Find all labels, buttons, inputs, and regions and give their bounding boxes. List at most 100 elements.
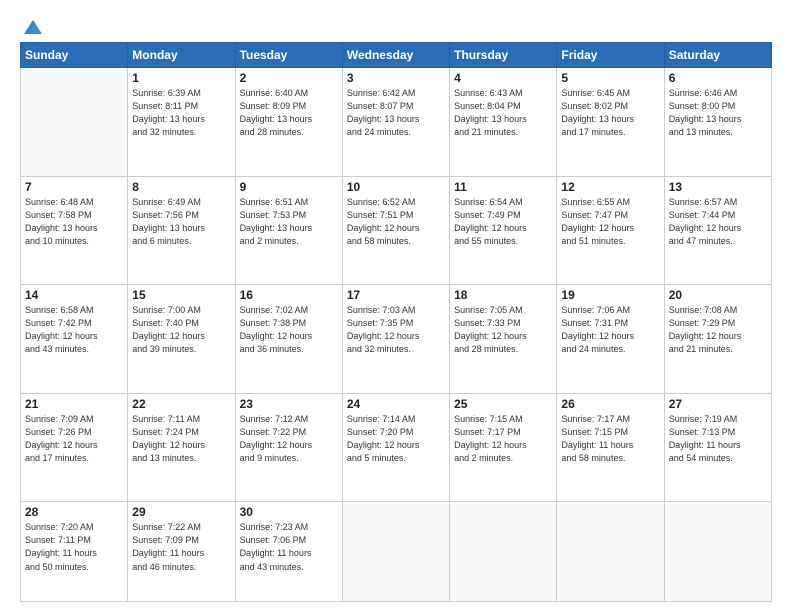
day-number: 12 — [561, 180, 659, 194]
table-cell — [21, 68, 128, 177]
day-number: 23 — [240, 397, 338, 411]
day-info: Sunrise: 6:54 AM Sunset: 7:49 PM Dayligh… — [454, 196, 552, 248]
day-number: 20 — [669, 288, 767, 302]
table-cell — [342, 502, 449, 602]
page: Sunday Monday Tuesday Wednesday Thursday… — [0, 0, 792, 612]
day-number: 15 — [132, 288, 230, 302]
table-cell — [450, 502, 557, 602]
day-info: Sunrise: 6:46 AM Sunset: 8:00 PM Dayligh… — [669, 87, 767, 139]
calendar-header-row: Sunday Monday Tuesday Wednesday Thursday… — [21, 43, 772, 68]
day-info: Sunrise: 6:40 AM Sunset: 8:09 PM Dayligh… — [240, 87, 338, 139]
table-cell: 12 Sunrise: 6:55 AM Sunset: 7:47 PM Dayli… — [557, 176, 664, 285]
day-number: 27 — [669, 397, 767, 411]
table-cell: 3Sunrise: 6:42 AM Sunset: 8:07 PM Daylig… — [342, 68, 449, 177]
col-saturday: Saturday — [664, 43, 771, 68]
day-number: 29 — [132, 505, 230, 519]
day-info: Sunrise: 7:23 AM Sunset: 7:06 PM Dayligh… — [240, 521, 338, 573]
day-number: 30 — [240, 505, 338, 519]
table-cell: 16 Sunrise: 7:02 AM Sunset: 7:38 PM Dayli… — [235, 285, 342, 394]
logo-icon — [22, 16, 44, 38]
day-info: Sunrise: 7:14 AM Sunset: 7:20 PM Dayligh… — [347, 413, 445, 465]
table-cell — [664, 502, 771, 602]
col-tuesday: Tuesday — [235, 43, 342, 68]
day-number: 17 — [347, 288, 445, 302]
day-number: 13 — [669, 180, 767, 194]
table-cell: 26 Sunrise: 7:17 AM Sunset: 7:15 PM Dayli… — [557, 393, 664, 502]
day-info: Sunrise: 7:03 AM Sunset: 7:35 PM Dayligh… — [347, 304, 445, 356]
table-cell: 4 Sunrise: 6:43 AM Sunset: 8:04 PM Daylig… — [450, 68, 557, 177]
day-info: Sunrise: 6:52 AM Sunset: 7:51 PM Dayligh… — [347, 196, 445, 248]
day-info: Sunrise: 7:17 AM Sunset: 7:15 PM Dayligh… — [561, 413, 659, 465]
header — [20, 18, 772, 34]
col-wednesday: Wednesday — [342, 43, 449, 68]
col-thursday: Thursday — [450, 43, 557, 68]
day-number: 14 — [25, 288, 123, 302]
day-info: Sunrise: 7:20 AM Sunset: 7:11 PM Dayligh… — [25, 521, 123, 573]
day-info: Sunrise: 6:45 AM Sunset: 8:02 PM Dayligh… — [561, 87, 659, 139]
day-number: 28 — [25, 505, 123, 519]
day-info: Sunrise: 7:08 AM Sunset: 7:29 PM Dayligh… — [669, 304, 767, 356]
table-cell: 10 Sunrise: 6:52 AM Sunset: 7:51 PM Dayli… — [342, 176, 449, 285]
table-cell: 9 Sunrise: 6:51 AM Sunset: 7:53 PM Daylig… — [235, 176, 342, 285]
day-info: Sunrise: 6:55 AM Sunset: 7:47 PM Dayligh… — [561, 196, 659, 248]
day-number: 10 — [347, 180, 445, 194]
table-cell: 28 Sunrise: 7:20 AM Sunset: 7:11 PM Dayli… — [21, 502, 128, 602]
day-info: Sunrise: 6:51 AM Sunset: 7:53 PM Dayligh… — [240, 196, 338, 248]
day-info: Sunrise: 6:48 AM Sunset: 7:58 PM Dayligh… — [25, 196, 123, 248]
day-number: 11 — [454, 180, 552, 194]
table-cell: 25 Sunrise: 7:15 AM Sunset: 7:17 PM Dayli… — [450, 393, 557, 502]
col-monday: Monday — [128, 43, 235, 68]
logo — [20, 18, 44, 34]
day-info: Sunrise: 7:05 AM Sunset: 7:33 PM Dayligh… — [454, 304, 552, 356]
day-number: 18 — [454, 288, 552, 302]
day-info: Sunrise: 7:02 AM Sunset: 7:38 PM Dayligh… — [240, 304, 338, 356]
calendar-table: Sunday Monday Tuesday Wednesday Thursday… — [20, 42, 772, 602]
table-cell: 20 Sunrise: 7:08 AM Sunset: 7:29 PM Dayli… — [664, 285, 771, 394]
table-cell: 5Sunrise: 6:45 AM Sunset: 8:02 PM Daylig… — [557, 68, 664, 177]
table-cell: 1 Sunrise: 6:39 AM Sunset: 8:11 PM Daylig… — [128, 68, 235, 177]
day-number: 2 — [240, 71, 338, 85]
table-cell: 22 Sunrise: 7:11 AM Sunset: 7:24 PM Dayli… — [128, 393, 235, 502]
table-cell: 19 Sunrise: 7:06 AM Sunset: 7:31 PM Dayli… — [557, 285, 664, 394]
day-number: 25 — [454, 397, 552, 411]
day-number: 9 — [240, 180, 338, 194]
table-cell: 11 Sunrise: 6:54 AM Sunset: 7:49 PM Dayli… — [450, 176, 557, 285]
table-cell: 7Sunrise: 6:48 AM Sunset: 7:58 PM Daylig… — [21, 176, 128, 285]
table-cell: 23 Sunrise: 7:12 AM Sunset: 7:22 PM Dayli… — [235, 393, 342, 502]
table-cell: 2 Sunrise: 6:40 AM Sunset: 8:09 PM Daylig… — [235, 68, 342, 177]
table-cell: 6 Sunrise: 6:46 AM Sunset: 8:00 PM Daylig… — [664, 68, 771, 177]
day-info: Sunrise: 6:39 AM Sunset: 8:11 PM Dayligh… — [132, 87, 230, 139]
day-info: Sunrise: 6:57 AM Sunset: 7:44 PM Dayligh… — [669, 196, 767, 248]
day-number: 4 — [454, 71, 552, 85]
table-cell: 29 Sunrise: 7:22 AM Sunset: 7:09 PM Dayli… — [128, 502, 235, 602]
day-number: 1 — [132, 71, 230, 85]
day-info: Sunrise: 6:43 AM Sunset: 8:04 PM Dayligh… — [454, 87, 552, 139]
day-info: Sunrise: 7:06 AM Sunset: 7:31 PM Dayligh… — [561, 304, 659, 356]
day-number: 26 — [561, 397, 659, 411]
table-cell: 24 Sunrise: 7:14 AM Sunset: 7:20 PM Dayli… — [342, 393, 449, 502]
day-number: 22 — [132, 397, 230, 411]
day-info: Sunrise: 6:42 AM Sunset: 8:07 PM Dayligh… — [347, 87, 445, 139]
table-cell: 8Sunrise: 6:49 AM Sunset: 7:56 PM Daylig… — [128, 176, 235, 285]
table-cell: 13 Sunrise: 6:57 AM Sunset: 7:44 PM Dayli… — [664, 176, 771, 285]
day-number: 24 — [347, 397, 445, 411]
day-number: 16 — [240, 288, 338, 302]
day-number: 19 — [561, 288, 659, 302]
table-cell: 17 Sunrise: 7:03 AM Sunset: 7:35 PM Dayli… — [342, 285, 449, 394]
day-info: Sunrise: 7:19 AM Sunset: 7:13 PM Dayligh… — [669, 413, 767, 465]
day-info: Sunrise: 7:00 AM Sunset: 7:40 PM Dayligh… — [132, 304, 230, 356]
table-cell: 15 Sunrise: 7:00 AM Sunset: 7:40 PM Dayli… — [128, 285, 235, 394]
table-cell: 18 Sunrise: 7:05 AM Sunset: 7:33 PM Dayli… — [450, 285, 557, 394]
table-cell: 27 Sunrise: 7:19 AM Sunset: 7:13 PM Dayli… — [664, 393, 771, 502]
day-info: Sunrise: 7:22 AM Sunset: 7:09 PM Dayligh… — [132, 521, 230, 573]
day-number: 6 — [669, 71, 767, 85]
day-number: 8 — [132, 180, 230, 194]
table-cell: 14Sunrise: 6:58 AM Sunset: 7:42 PM Dayli… — [21, 285, 128, 394]
col-friday: Friday — [557, 43, 664, 68]
day-info: Sunrise: 7:12 AM Sunset: 7:22 PM Dayligh… — [240, 413, 338, 465]
table-cell — [557, 502, 664, 602]
day-info: Sunrise: 7:15 AM Sunset: 7:17 PM Dayligh… — [454, 413, 552, 465]
day-info: Sunrise: 7:11 AM Sunset: 7:24 PM Dayligh… — [132, 413, 230, 465]
day-number: 21 — [25, 397, 123, 411]
table-cell: 30 Sunrise: 7:23 AM Sunset: 7:06 PM Dayli… — [235, 502, 342, 602]
